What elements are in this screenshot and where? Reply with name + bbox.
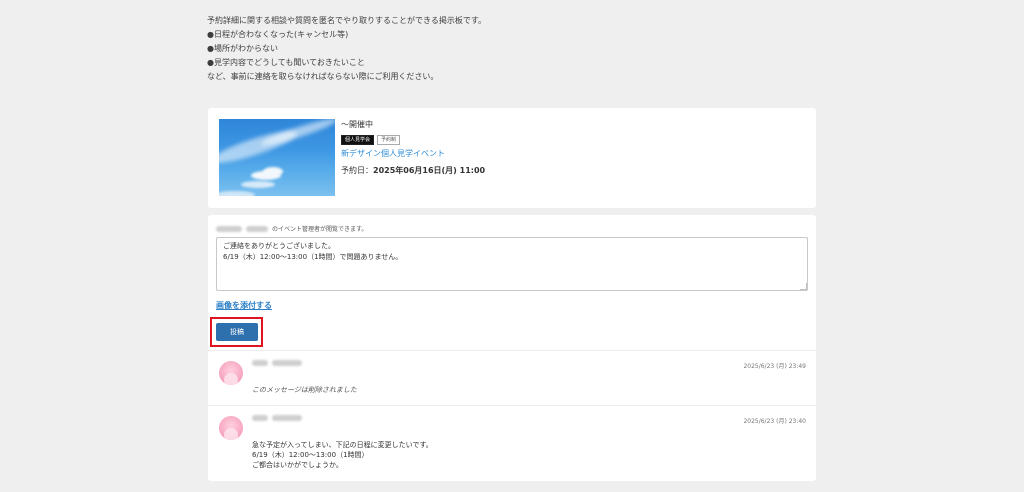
textarea-resize-handle[interactable] <box>800 283 807 290</box>
reservation-date-value: 2025年06月16日(月) 11:00 <box>373 166 486 175</box>
reservation-date-label: 予約日： <box>341 166 373 175</box>
visibility-notice-text: のイベント管理者が閲覧できます。 <box>272 226 368 233</box>
divider <box>208 405 816 406</box>
redacted-author-id <box>272 360 302 366</box>
reservation-tag: 予約制 <box>377 135 401 145</box>
comment-body: 急な予定が入ってしまい、下記の日程に変更したいです。 6/19（木）12:00〜… <box>252 440 433 470</box>
comment-body: このメッセージは削除されました <box>252 385 357 395</box>
post-button[interactable]: 投稿 <box>216 323 258 341</box>
comment-author <box>252 360 302 366</box>
message-textarea[interactable]: ご連絡をありがとうございました。 6/19（木）12:00〜13:00（1時間）… <box>216 237 808 291</box>
event-title-link[interactable]: 新デザイン個人見学イベント <box>341 148 445 159</box>
comment-line: このメッセージは削除されました <box>252 386 357 394</box>
event-card <box>208 108 816 208</box>
comment-line: 6/19（木）12:00〜13:00（1時間） <box>252 451 369 459</box>
event-tags: 個人見学会 予約制 <box>341 135 401 145</box>
comment-date: 2025/6/23 (月) 23:40 <box>743 418 806 425</box>
event-status: ～開催中 <box>341 120 373 129</box>
comment-date: 2025/6/23 (月) 23:49 <box>743 363 806 370</box>
visibility-notice: のイベント管理者が閲覧できます。 <box>216 224 367 233</box>
avatar <box>219 416 243 440</box>
intro-line: ●日程が合わなくなった(キャンセル等) <box>207 30 349 39</box>
event-thumbnail[interactable] <box>219 119 335 196</box>
redacted-author-id <box>272 415 302 421</box>
redacted-user-name <box>216 225 242 232</box>
comment-line: ご都合はいかがでしょうか。 <box>252 461 343 469</box>
attach-image-link[interactable]: 画像を添付する <box>216 300 272 311</box>
intro-line: ●見学内容でどうしても聞いておきたいこと <box>207 58 365 67</box>
redacted-author-name <box>252 360 268 366</box>
redacted-facility-name <box>246 225 268 232</box>
comment-author <box>252 415 302 421</box>
intro-line: 予約詳細に関する相談や質問を匿名でやり取りすることができる掲示板です。 <box>207 16 487 25</box>
board-description: 予約詳細に関する相談や質問を匿名でやり取りすることができる掲示板です。 ●日程が… <box>207 14 827 84</box>
intro-line: ●場所がわからない <box>207 44 278 53</box>
event-type-tag: 個人見学会 <box>341 135 375 145</box>
comment-line: 急な予定が入ってしまい、下記の日程に変更したいです。 <box>252 441 433 449</box>
reservation-date: 予約日：2025年06月16日(月) 11:00 <box>341 165 485 176</box>
divider <box>208 350 816 351</box>
avatar <box>219 361 243 385</box>
redacted-author-name <box>252 415 268 421</box>
intro-line: など、事前に連絡を取らなければならない際にご利用ください。 <box>207 72 439 81</box>
